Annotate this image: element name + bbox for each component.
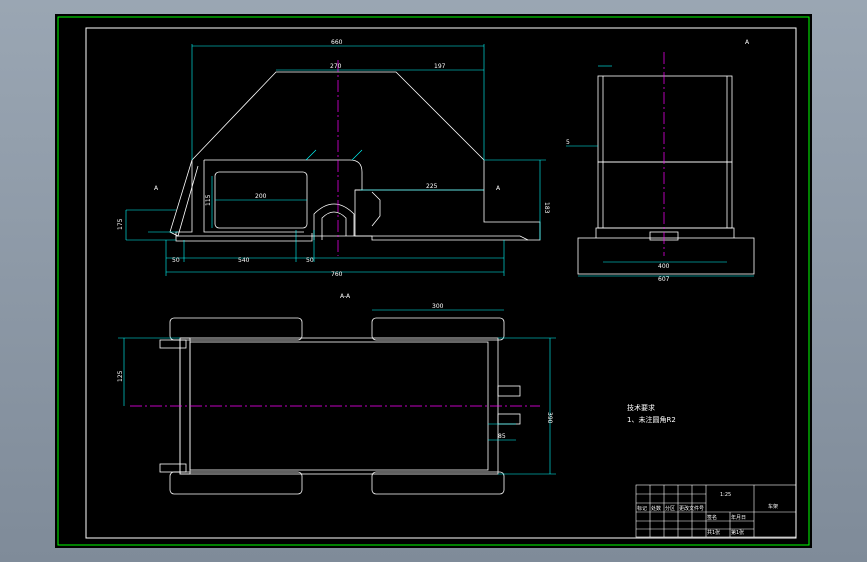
front-view: [169, 71, 541, 242]
tb-row-1: 处数: [651, 505, 661, 512]
dim-side-inner: 400: [658, 263, 670, 270]
side-upper-panel: [597, 75, 733, 163]
side-view-title: A: [745, 39, 750, 46]
side-lower-panel: [597, 161, 733, 229]
side-mark: 5: [566, 139, 570, 146]
dim-top-small: 85: [498, 433, 506, 440]
dim-window-width: 200: [255, 193, 267, 200]
top-dimensions: [118, 309, 556, 475]
dim-base-left: 50: [172, 257, 180, 264]
tb-row-2: 分区: [665, 505, 675, 512]
top-wheel-rl: [169, 471, 303, 495]
tb-row-0: 标记: [637, 505, 647, 512]
side-view: [577, 75, 755, 275]
inner-border: [85, 27, 797, 539]
dim-base-mid: 540: [238, 257, 250, 264]
side-dimensions: [566, 65, 754, 277]
dim-top-right: 300: [432, 303, 444, 310]
cad-drawing: 660 270 197 200 225 183 50 540 50 760 17…: [57, 16, 810, 546]
dim-top-height: 390: [546, 412, 553, 424]
tb-row-3: 更改文件号: [679, 505, 704, 512]
tb-footer-1: 第1张: [731, 529, 744, 536]
front-hook: [371, 191, 381, 227]
outer-border: [57, 16, 810, 546]
title-drawing-name: 车架: [768, 503, 778, 510]
dim-left-height: 175: [117, 218, 124, 230]
section-mark-right: A: [496, 185, 501, 192]
top-wheel-fl: [169, 317, 303, 341]
front-wheel-arch: [313, 203, 355, 240]
front-left-plate: [169, 159, 199, 237]
section-mark-left: A: [154, 185, 159, 192]
dim-top-right: 197: [434, 63, 446, 70]
front-cabin-left: [203, 160, 304, 233]
dim-right-span: 225: [426, 183, 438, 190]
top-wheel-fr: [371, 317, 505, 341]
tb-row-5: 年月日: [731, 514, 746, 521]
dim-top-left: 125: [117, 370, 124, 382]
dim-overall-base: 760: [331, 271, 343, 278]
tb-footer-0: 共1张: [707, 529, 720, 536]
title-scale: 1:25: [720, 492, 731, 498]
top-wheel-rr: [371, 471, 505, 495]
front-right-body: [354, 160, 541, 241]
dim-overall-top: 660: [331, 39, 343, 46]
front-base-plate: [176, 235, 529, 241]
dim-top-mid: 270: [330, 63, 342, 70]
dim-base-small: 50: [306, 257, 314, 264]
top-view-label: A-A: [340, 293, 351, 300]
dim-window-h: 115: [205, 194, 212, 206]
dim-height-right: 183: [543, 202, 550, 214]
tb-row-4: 签名: [707, 514, 717, 521]
notes-line1: 1、未注圆角R2: [627, 415, 676, 424]
dim-side-outer: 607: [658, 276, 670, 283]
notes-heading: 技术要求: [627, 403, 655, 412]
